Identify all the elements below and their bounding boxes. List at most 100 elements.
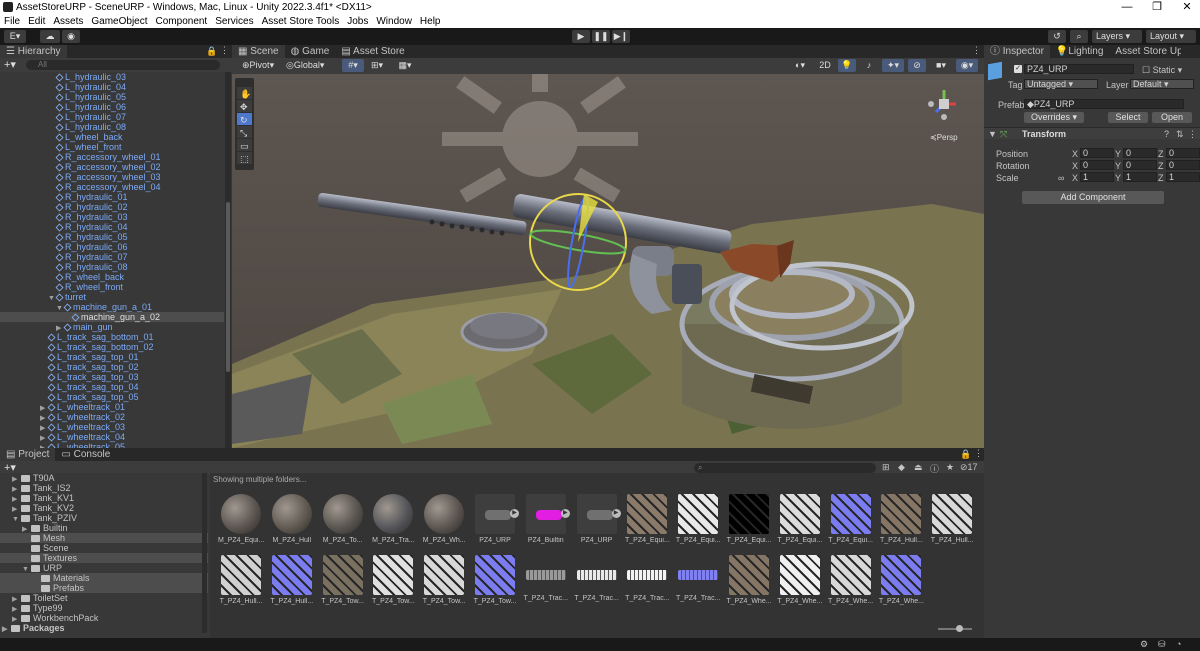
asset-item[interactable]: M_PZ4_Tra... [370,494,416,544]
asset-item[interactable]: T_PZ4_Whe... [828,555,874,605]
help-icon[interactable]: ? [1164,129,1169,139]
tab-lighting[interactable]: 💡Lighting [1050,45,1109,58]
close-button[interactable]: ✕ [1172,0,1200,14]
asset-item[interactable]: T_PZ4_Whe... [878,555,924,605]
foldout-arrow-icon[interactable]: ▼ [988,129,997,139]
hierarchy-item[interactable]: ▼ machine_gun_a_01 [0,302,224,312]
asset-item[interactable]: ▶ PZ4_URP [574,494,621,544]
project-folder-item[interactable]: Prefabs [0,583,208,593]
asset-item[interactable]: T_PZ4_Whe... [777,555,823,605]
hidden-packages-icon[interactable]: ⊘17 [960,462,978,473]
project-folder-item[interactable]: Materials [0,573,208,583]
static-toggle[interactable]: ☐ Static ▾ [1142,65,1182,76]
hierarchy-item[interactable]: ▶ L_wheeltrack_02 [0,412,224,422]
snap-increment-icon[interactable]: ⊞▾ [366,59,388,72]
asset-item[interactable]: ▶ PZ4_Builtin [523,494,570,544]
position-axis-label[interactable]: X [1072,149,1078,159]
asset-item[interactable]: T_PZ4_Equi... [726,494,772,544]
expand-prefab-icon[interactable]: ▶ [510,509,519,518]
hierarchy-item[interactable]: L_hydraulic_06 [0,102,224,112]
global-dropdown[interactable]: ◎Global▾ [284,59,328,72]
search-by-importlog-icon[interactable]: ⏏ [914,462,923,473]
step-button[interactable]: ▶❙ [612,30,630,43]
history-icon[interactable]: ↺ [1048,30,1066,43]
layers-dropdown[interactable]: Layers ▾ [1092,30,1142,43]
constrain-proportions-icon[interactable]: ∞ [1058,173,1064,183]
project-folder-item[interactable]: ▶ Type99 [0,603,208,613]
tab-hierarchy[interactable]: ☰ Hierarchy [0,45,67,58]
collab-icon[interactable]: ◉ [62,30,80,43]
hierarchy-item[interactable]: ▶ L_wheeltrack_04 [0,432,224,442]
favorite-star-icon[interactable]: ★ [946,462,954,473]
project-folder-item[interactable]: Mesh [0,533,208,543]
asset-item[interactable]: T_PZ4_Trac... [624,555,670,602]
scale-z-field[interactable]: 1 [1166,172,1200,182]
hierarchy-item[interactable]: ▼ turret [0,292,224,302]
overrides-dropdown[interactable]: Overrides ▾ [1024,112,1084,123]
hierarchy-item[interactable]: R_hydraulic_06 [0,242,224,252]
hierarchy-item[interactable]: L_hydraulic_07 [0,112,224,122]
project-tree-scrollbar[interactable] [202,473,207,633]
asset-item[interactable]: T_PZ4_Trac... [574,555,620,602]
tab-console[interactable]: ▭ Console [55,448,116,461]
position-axis-label[interactable]: Z [1158,149,1164,159]
tab-inspector[interactable]: ⓘ Inspector [984,45,1050,58]
hierarchy-item[interactable]: L_track_sag_top_02 [0,362,224,372]
position-x-field[interactable]: 0 [1080,148,1114,158]
tab-asset-store-upload[interactable]: Asset Store Upload [1109,45,1181,58]
scene-kebab-icon[interactable]: ⋮ [972,45,981,56]
hierarchy-item[interactable]: L_hydraulic_05 [0,92,224,102]
hierarchy-item[interactable]: R_hydraulic_01 [0,192,224,202]
component-menu-icon[interactable]: ⋮ [1188,129,1197,140]
gizmos-icon[interactable]: ◉▾ [956,59,978,72]
project-folder-item[interactable]: ▼ Tank_PZIV [0,513,208,523]
hierarchy-item[interactable]: R_hydraulic_02 [0,202,224,212]
kebab-menu-icon[interactable]: ⋮ [220,45,229,56]
maximize-button[interactable]: ❐ [1142,0,1172,14]
camera-icon[interactable]: ■▾ [930,59,952,72]
hierarchy-item[interactable]: R_wheel_back [0,272,224,282]
search-icon[interactable]: ⌕ [1070,30,1088,43]
scale-y-field[interactable]: 1 [1123,172,1157,182]
tab-asset-store[interactable]: ▤ Asset Store [335,45,410,58]
asset-item[interactable]: T_PZ4_Trac... [523,555,569,602]
hierarchy-item[interactable]: L_track_sag_bottom_01 [0,332,224,342]
menu-assets[interactable]: Assets [53,16,83,27]
tag-dropdown[interactable]: Untagged ▾ [1024,79,1098,89]
position-z-field[interactable]: 0 [1166,148,1200,158]
thumbnail-size-thumb[interactable] [956,625,963,632]
project-folder-item[interactable]: ▶ Tank_KV2 [0,503,208,513]
asset-item[interactable]: T_PZ4_Equi... [828,494,874,544]
asset-item[interactable]: M_PZ4_Wh... [421,494,467,544]
hierarchy-item[interactable]: L_track_sag_top_04 [0,382,224,392]
hierarchy-item[interactable]: L_track_sag_bottom_02 [0,342,224,352]
hierarchy-item[interactable]: L_hydraulic_03 [0,72,224,82]
bug-icon[interactable]: ⚙ [1140,639,1148,650]
visibility-toggle-icon[interactable]: ⊘ [908,59,926,72]
menu-help[interactable]: Help [420,16,441,27]
audio-toggle-icon[interactable]: ♪ [860,59,878,72]
create-button[interactable]: +▾ [4,58,16,71]
scale-axis-label[interactable]: Z [1158,173,1164,183]
menu-services[interactable]: Services [215,16,253,27]
menu-gameobject[interactable]: GameObject [91,16,147,27]
play-button[interactable]: ▶ [572,30,590,43]
hierarchy-item[interactable]: L_hydraulic_04 [0,82,224,92]
effects-toggle-icon[interactable]: ✦▾ [882,59,904,72]
active-checkbox[interactable]: ✓ [1014,65,1022,73]
hierarchy-item[interactable]: R_hydraulic_08 [0,262,224,272]
menu-component[interactable]: Component [156,16,208,27]
asset-item[interactable]: M_PZ4_Equi... [218,494,264,544]
scene-viewport[interactable]: ✋ ✥ ↻ ⤡ ▭ ⬚ ≼Persp [232,74,984,448]
hierarchy-item[interactable]: ▶ L_wheeltrack_01 [0,402,224,412]
hierarchy-scrollbar[interactable] [225,72,231,448]
add-component-button[interactable]: Add Component [1022,191,1164,204]
object-name-field[interactable]: PZ4_URP [1024,64,1134,74]
menu-jobs[interactable]: Jobs [347,16,368,27]
rotation-z-field[interactable]: 0 [1166,160,1200,170]
menu-edit[interactable]: Edit [28,16,45,27]
pause-button[interactable]: ❚❚ [592,30,610,43]
layer-dropdown[interactable]: Default ▾ [1130,79,1194,89]
layout-dropdown[interactable]: Layout ▾ [1146,30,1196,43]
scale-axis-label[interactable]: Y [1115,173,1121,183]
